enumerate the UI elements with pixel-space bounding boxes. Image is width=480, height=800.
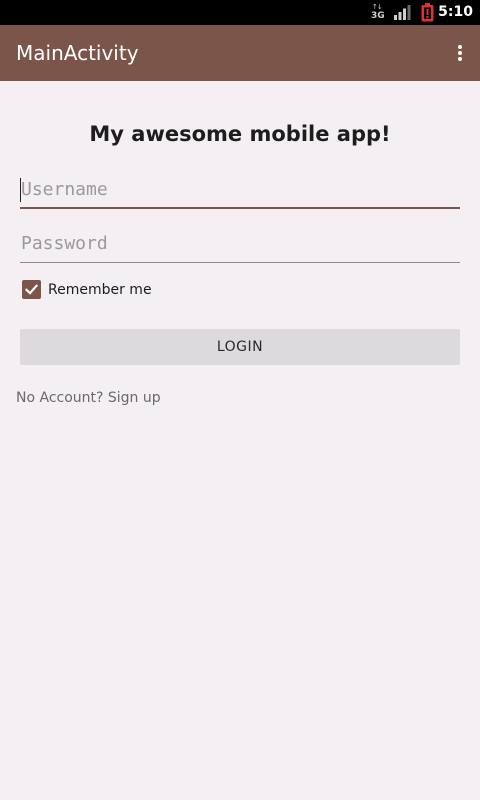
action-bar: MainActivity <box>0 25 480 81</box>
app-title: My awesome mobile app! <box>89 122 391 146</box>
network-3g-icon: ↑↓ 3G <box>371 3 385 21</box>
login-screen: My awesome mobile app! Remember me LOGIN… <box>0 81 480 800</box>
battery-alert-icon <box>421 3 434 22</box>
signal-strength-icon <box>394 5 411 20</box>
more-vert-icon[interactable] <box>448 37 472 69</box>
username-field[interactable] <box>20 171 460 209</box>
login-button[interactable]: LOGIN <box>20 329 460 365</box>
remember-me-label: Remember me <box>48 282 152 298</box>
password-field[interactable] <box>20 225 460 263</box>
status-clock: 5:10 <box>438 4 473 20</box>
text-cursor <box>20 178 21 202</box>
action-bar-title: MainActivity <box>16 41 139 65</box>
status-bar: ↑↓ 3G 5:10 <box>0 0 480 25</box>
checkbox-checked-icon[interactable] <box>22 280 41 299</box>
signup-link[interactable]: No Account? Sign up <box>16 389 161 407</box>
network-type-label: 3G <box>371 11 385 21</box>
